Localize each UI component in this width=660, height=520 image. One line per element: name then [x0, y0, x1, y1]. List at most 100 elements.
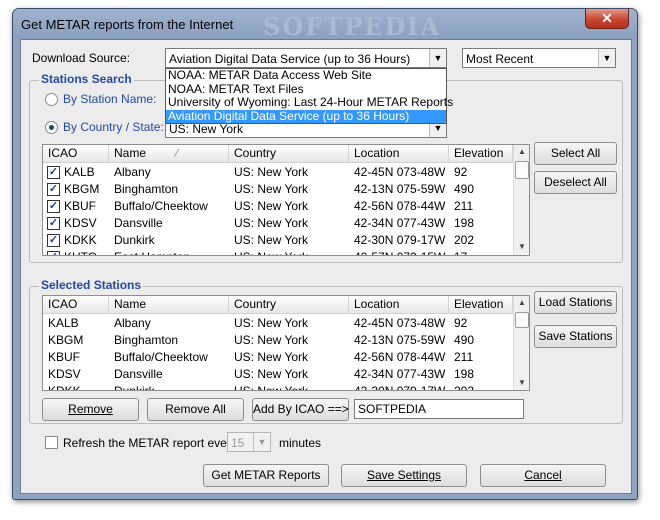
row-checkbox[interactable]: ✓: [47, 217, 60, 230]
download-source-value: Aviation Digital Data Service (up to 36 …: [169, 52, 411, 66]
recency-combo[interactable]: Most Recent ▼: [462, 48, 616, 68]
cell-text: 490: [454, 333, 475, 347]
cell-text: 92: [454, 316, 468, 330]
column-header-elevation[interactable]: Elevation: [449, 145, 513, 163]
cancel-button[interactable]: Cancel: [480, 464, 606, 487]
load-stations-button[interactable]: Load Stations: [534, 291, 617, 314]
close-button[interactable]: ✕: [585, 9, 629, 29]
cell-location: 42-34N 077-43W: [349, 215, 449, 232]
chevron-down-icon[interactable]: ▼: [429, 49, 446, 67]
cell-text: 202: [454, 384, 475, 391]
cell-country: US: New York: [229, 215, 349, 232]
cell-elevation: 490: [449, 181, 513, 198]
cell-name: East Hampton: [109, 249, 229, 255]
selected-list-scrollbar[interactable]: ▲ ▼: [513, 296, 529, 390]
table-row[interactable]: KBUF Buffalo/Cheektow US: New York 42-56N 0…: [43, 349, 513, 366]
download-source-dropdown[interactable]: NOAA: METAR Data Access Web Site NOAA: ME…: [165, 68, 453, 124]
remove-button[interactable]: Remove: [42, 398, 139, 421]
scroll-down-icon[interactable]: ▼: [514, 240, 529, 254]
by-country-state-radio[interactable]: [45, 121, 58, 134]
by-station-name-label[interactable]: By Station Name:: [63, 92, 156, 106]
cell-text: 42-56N 078-44W: [354, 199, 446, 213]
cell-text: KDSV: [48, 367, 81, 381]
table-row[interactable]: KDSV Dansville US: New York 42-34N 077-43W 1…: [43, 366, 513, 383]
refresh-checkbox[interactable]: [45, 436, 58, 449]
column-header-elevation[interactable]: Elevation: [449, 296, 513, 314]
select-all-button[interactable]: Select All: [534, 142, 617, 165]
scrollbar-thumb[interactable]: [515, 161, 529, 179]
icao-input[interactable]: SOFTPEDIA: [354, 399, 524, 419]
table-row[interactable]: KDKK Dunkirk US: New York 42-30N 079-17W 202: [43, 383, 513, 391]
download-source-combo[interactable]: Aviation Digital Data Service (up to 36 …: [165, 48, 447, 68]
row-checkbox[interactable]: ✓: [47, 200, 60, 213]
column-header-name[interactable]: Name ⁄: [109, 145, 229, 163]
cell-country: US: New York: [229, 366, 349, 383]
save-settings-label: Save Settings: [366, 468, 442, 482]
row-checkbox[interactable]: ✓: [47, 251, 60, 255]
cell-location: 40-57N 072-15W: [349, 249, 449, 255]
cell-country: US: New York: [229, 349, 349, 366]
cell-text: KBGM: [64, 182, 100, 196]
cell-elevation: 202: [449, 383, 513, 391]
cell-name: Dunkirk: [109, 383, 229, 391]
scroll-down-icon[interactable]: ▼: [514, 376, 529, 390]
dropdown-option[interactable]: NOAA: METAR Text Files: [166, 82, 446, 96]
table-row[interactable]: ✓ KHTO East Hampton US: New York 40-57N 072-…: [43, 249, 513, 255]
table-row[interactable]: ✓ KBUF Buffalo/Cheektow US: New York 42-56N …: [43, 198, 513, 215]
column-header-country[interactable]: Country: [229, 145, 349, 163]
table-row[interactable]: KBGM Binghamton US: New York 42-13N 075-59W…: [43, 332, 513, 349]
column-header-country[interactable]: Country: [229, 296, 349, 314]
column-header-name[interactable]: Name: [109, 296, 229, 314]
chevron-down-icon[interactable]: ▼: [253, 433, 270, 451]
cell-location: 42-34N 077-43W: [349, 366, 449, 383]
cell-text: US: New York: [234, 350, 309, 364]
scroll-up-icon[interactable]: ▲: [514, 145, 529, 159]
search-list-scrollbar[interactable]: ▲ ▼: [513, 145, 529, 255]
dropdown-option[interactable]: NOAA: METAR Data Access Web Site: [166, 69, 446, 82]
column-header-location[interactable]: Location: [349, 296, 449, 314]
country-state-value: US: New York: [169, 122, 244, 136]
save-settings-button[interactable]: Save Settings: [341, 464, 467, 487]
cell-country: US: New York: [229, 315, 349, 332]
table-row[interactable]: ✓ KALB Albany US: New York 42-45N 073-48W 92: [43, 164, 513, 181]
table-row[interactable]: ✓ KBGM Binghamton US: New York 42-13N 075-59…: [43, 181, 513, 198]
remove-all-button[interactable]: Remove All: [147, 398, 244, 421]
column-header-location[interactable]: Location: [349, 145, 449, 163]
refresh-unit-label: minutes: [279, 436, 322, 450]
save-stations-button[interactable]: Save Stations: [534, 325, 617, 348]
cell-country: US: New York: [229, 232, 349, 249]
refresh-minutes-combo[interactable]: 15 ▼: [227, 432, 271, 452]
dropdown-option[interactable]: Aviation Digital Data Service (up to 36 …: [166, 109, 446, 123]
by-country-state-label[interactable]: By Country / State:: [63, 120, 164, 134]
row-checkbox[interactable]: ✓: [47, 234, 60, 247]
cell-text: KBUF: [48, 350, 81, 364]
title-bar[interactable]: Get METAR reports from the Internet SOFT…: [13, 9, 637, 41]
chevron-down-icon[interactable]: ▼: [598, 49, 615, 67]
table-row[interactable]: ✓ KDSV Dansville US: New York 42-34N 077-43W…: [43, 215, 513, 232]
table-row[interactable]: ✓ KDKK Dunkirk US: New York 42-30N 079-17W 20…: [43, 232, 513, 249]
cell-location: 42-30N 079-17W: [349, 232, 449, 249]
cell-country: US: New York: [229, 198, 349, 215]
scrollbar-thumb[interactable]: [515, 312, 529, 328]
cell-text: KDSV: [64, 216, 97, 230]
by-station-name-radio[interactable]: [45, 93, 58, 106]
cell-text: Dunkirk: [114, 384, 155, 391]
search-results-list[interactable]: ICAO Name ⁄ Country Location Elevation ✓ K…: [42, 144, 530, 256]
column-header-icao[interactable]: ICAO: [43, 145, 109, 163]
row-checkbox[interactable]: ✓: [47, 183, 60, 196]
add-by-icao-button[interactable]: Add By ICAO ==>: [252, 398, 349, 421]
cell-text: Buffalo/Cheektow: [114, 350, 208, 364]
cell-name: Dunkirk: [109, 232, 229, 249]
table-row[interactable]: KALB Albany US: New York 42-45N 073-48W 92: [43, 315, 513, 332]
get-metar-reports-button[interactable]: Get METAR Reports: [203, 464, 329, 487]
row-checkbox[interactable]: ✓: [47, 166, 60, 179]
dropdown-option[interactable]: University of Wyoming: Last 24-Hour META…: [166, 96, 453, 109]
selected-stations-list[interactable]: ICAO Name Country Location Elevation KAL…: [42, 295, 530, 391]
cell-text: KDKK: [64, 233, 97, 247]
deselect-all-button[interactable]: Deselect All: [534, 171, 617, 194]
cell-name: Buffalo/Cheektow: [109, 349, 229, 366]
cell-country: US: New York: [229, 383, 349, 390]
column-header-icao[interactable]: ICAO: [43, 296, 109, 314]
cell-elevation: 92: [449, 315, 513, 332]
scroll-up-icon[interactable]: ▲: [514, 296, 529, 310]
